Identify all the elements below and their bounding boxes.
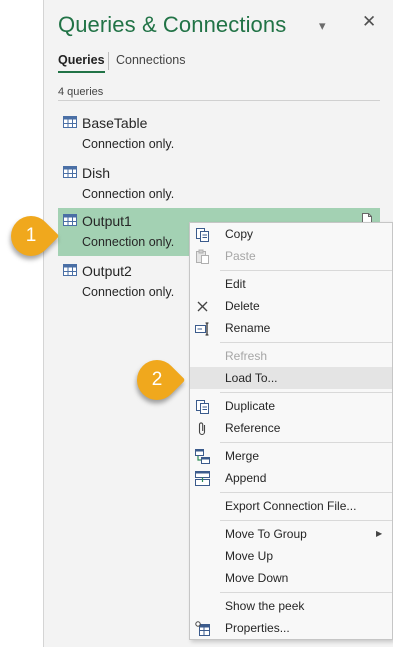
menu-separator bbox=[220, 520, 392, 521]
menu-item-show-the-peek[interactable]: Show the peek bbox=[190, 595, 392, 617]
menu-item-label: Move Down bbox=[225, 571, 289, 585]
table-icon bbox=[63, 264, 77, 276]
pane-options-dropdown-icon[interactable]: ▾ bbox=[319, 18, 326, 34]
menu-item-copy[interactable]: Copy bbox=[190, 223, 392, 245]
menu-item-label: Export Connection File... bbox=[225, 499, 357, 513]
left-gutter bbox=[0, 0, 43, 647]
append-icon bbox=[195, 471, 210, 486]
menu-item-label: Edit bbox=[225, 277, 246, 291]
query-name: Output1 bbox=[82, 213, 132, 229]
step-callout-2: 2 bbox=[128, 351, 186, 409]
menu-item-move-up[interactable]: Move Up bbox=[190, 545, 392, 567]
menu-item-label: Append bbox=[225, 471, 267, 485]
table-icon bbox=[63, 116, 77, 128]
menu-item-refresh[interactable]: Refresh bbox=[190, 345, 392, 367]
query-name: Dish bbox=[82, 165, 111, 181]
menu-item-label: Move Up bbox=[225, 549, 274, 563]
menu-separator bbox=[220, 270, 392, 271]
query-count: 4 queries bbox=[58, 86, 104, 98]
tab-separator bbox=[108, 52, 109, 70]
menu-item-label: Refresh bbox=[225, 349, 268, 363]
menu-item-label: Duplicate bbox=[225, 399, 276, 413]
copy-icon bbox=[196, 228, 209, 242]
menu-item-export-connection-file[interactable]: Export Connection File... bbox=[190, 495, 392, 517]
close-pane-icon[interactable]: ✕ bbox=[362, 12, 376, 32]
menu-item-label: Properties... bbox=[225, 621, 290, 635]
query-status: Connection only. bbox=[82, 285, 175, 299]
menu-item-label: Delete bbox=[225, 299, 260, 313]
menu-item-edit[interactable]: Edit bbox=[190, 273, 392, 295]
step-callout-1: 1 bbox=[2, 207, 60, 265]
menu-item-label: Move To Group bbox=[225, 527, 307, 541]
menu-item-load-to[interactable]: Load To... bbox=[190, 367, 392, 389]
menu-item-move-down[interactable]: Move Down bbox=[190, 567, 392, 589]
query-item-dish[interactable]: Dish Connection only. bbox=[58, 160, 380, 208]
menu-item-rename[interactable]: Rename bbox=[190, 317, 392, 339]
table-icon bbox=[63, 166, 77, 178]
properties-icon bbox=[195, 621, 210, 636]
submenu-arrow-icon: ▶ bbox=[376, 529, 383, 538]
menu-item-delete[interactable]: Delete bbox=[190, 295, 392, 317]
query-status: Connection only. bbox=[82, 137, 175, 151]
rename-icon bbox=[195, 322, 209, 336]
callout-number: 1 bbox=[25, 225, 37, 246]
menu-item-label: Load To... bbox=[225, 371, 278, 385]
menu-item-append[interactable]: Append bbox=[190, 467, 392, 489]
menu-item-label: Show the peek bbox=[225, 599, 305, 613]
reference-icon bbox=[198, 422, 206, 436]
query-status: Connection only. bbox=[82, 187, 175, 201]
menu-item-label: Merge bbox=[225, 449, 260, 463]
menu-separator bbox=[220, 342, 392, 343]
menu-item-label: Paste bbox=[225, 249, 256, 263]
merge-icon bbox=[195, 449, 210, 464]
menu-item-reference[interactable]: Reference bbox=[190, 417, 392, 439]
menu-item-move-to-group[interactable]: Move To Group ▶ bbox=[190, 523, 392, 545]
tab-connections[interactable]: Connections bbox=[116, 53, 186, 67]
menu-separator bbox=[220, 442, 392, 443]
query-name: Output2 bbox=[82, 263, 132, 279]
query-item-basetable[interactable]: BaseTable Connection only. bbox=[58, 110, 380, 158]
menu-item-label: Reference bbox=[225, 421, 281, 435]
callout-number: 2 bbox=[151, 369, 163, 390]
tab-queries[interactable]: Queries bbox=[58, 53, 105, 73]
menu-separator bbox=[220, 492, 392, 493]
context-menu: Copy Paste Edit Delete Rename Refresh Lo… bbox=[189, 222, 393, 640]
menu-item-paste[interactable]: Paste bbox=[190, 245, 392, 267]
delete-icon bbox=[197, 301, 208, 312]
menu-separator bbox=[220, 592, 392, 593]
menu-item-label: Copy bbox=[225, 227, 254, 241]
query-status: Connection only. bbox=[82, 235, 175, 249]
query-name: BaseTable bbox=[82, 115, 148, 131]
menu-item-duplicate[interactable]: Duplicate bbox=[190, 395, 392, 417]
menu-separator bbox=[220, 392, 392, 393]
duplicate-icon bbox=[196, 400, 209, 414]
menu-item-merge[interactable]: Merge bbox=[190, 445, 392, 467]
menu-item-properties[interactable]: Properties... bbox=[190, 617, 392, 639]
paste-icon bbox=[196, 249, 209, 264]
menu-item-label: Rename bbox=[225, 321, 271, 335]
divider bbox=[58, 100, 380, 101]
table-icon bbox=[63, 214, 77, 226]
pane-title: Queries & Connections bbox=[58, 12, 287, 37]
